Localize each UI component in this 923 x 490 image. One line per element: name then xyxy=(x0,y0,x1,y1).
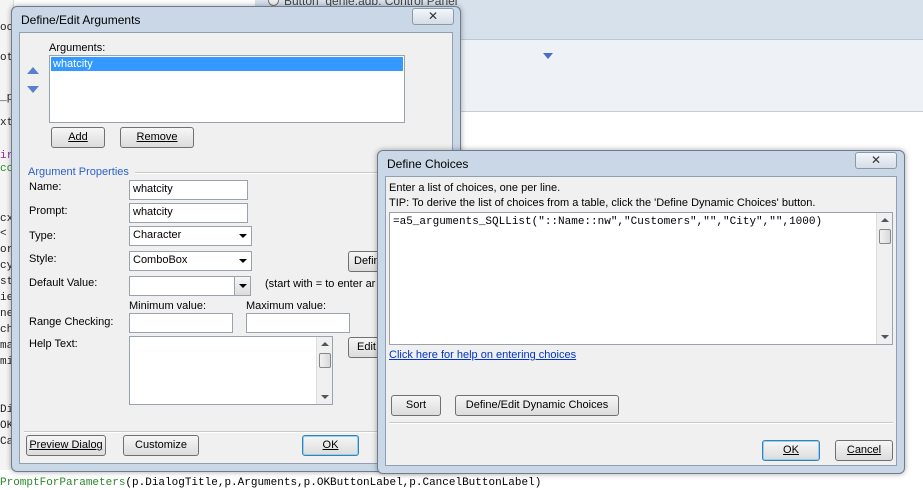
minimum-value-input[interactable] xyxy=(129,313,233,333)
tip-text: TIP: To derive the list of choices from … xyxy=(389,197,816,209)
default-value-label: Default Value: xyxy=(29,277,98,289)
combo-dropdown-button[interactable] xyxy=(234,277,250,295)
help-text-area[interactable] xyxy=(129,336,333,405)
preview-dialog-button[interactable]: Preview Dialog xyxy=(26,435,106,456)
chevron-down-icon xyxy=(239,284,247,288)
prompt-input[interactable]: whatcity xyxy=(129,203,248,223)
dialog-title: Define Choices xyxy=(387,157,469,171)
ok-button-label: OK xyxy=(322,439,339,451)
type-label: Type: xyxy=(29,230,56,242)
minimum-value-label: Minimum value: xyxy=(129,300,207,312)
preview-dialog-label: Preview Dialog xyxy=(29,439,103,451)
type-select[interactable]: Character xyxy=(129,226,252,246)
style-select-value: ComboBox xyxy=(133,254,188,266)
code-keyword: PromptForParameters xyxy=(0,477,126,489)
close-icon[interactable]: ✕ xyxy=(855,152,897,169)
cancel-button[interactable]: Cancel xyxy=(835,440,893,461)
scroll-up-icon[interactable] xyxy=(881,218,889,222)
arguments-label: Arguments: xyxy=(49,42,106,54)
ok-button[interactable]: OK xyxy=(762,440,820,461)
choices-help-link[interactable]: Click here for help on entering choices xyxy=(389,349,576,361)
scroll-thumb[interactable] xyxy=(319,353,331,368)
range-checking-label: Range Checking: xyxy=(29,316,114,328)
background-code-line: PromptForParameters(p.DialogTitle,p.Argu… xyxy=(0,477,923,490)
cancel-button-label: Cancel xyxy=(846,444,882,456)
prompt-label: Prompt: xyxy=(29,205,68,217)
arguments-list[interactable]: whatcity xyxy=(49,55,405,123)
customize-button[interactable]: Customize xyxy=(123,435,199,456)
chevron-down-icon xyxy=(239,234,247,238)
sort-button[interactable]: Sort xyxy=(391,395,441,416)
help-text-scrollbar[interactable] xyxy=(316,337,332,404)
maximum-value-input[interactable] xyxy=(246,313,350,333)
define-dynamic-choices-button[interactable]: Define/Edit Dynamic Choices xyxy=(455,395,619,416)
type-select-value: Character xyxy=(133,229,182,241)
scroll-up-icon[interactable] xyxy=(321,342,329,346)
code-arguments: (p.DialogTitle,p.Arguments,p.OKButtonLab… xyxy=(125,477,542,489)
chevron-down-icon[interactable] xyxy=(543,53,553,59)
define-choices-dialog: Define Choices ✕ Enter a list of choices… xyxy=(377,150,905,474)
close-icon[interactable]: ✕ xyxy=(412,8,454,25)
style-label: Style: xyxy=(29,253,57,265)
ok-button[interactable]: OK xyxy=(302,435,359,456)
footer-divider xyxy=(389,422,893,424)
dialog-body: Enter a list of choices, one per line. T… xyxy=(385,176,897,466)
remove-button[interactable]: Remove xyxy=(120,127,194,148)
default-value-combo[interactable] xyxy=(129,276,251,296)
maximum-value-label: Maximum value: xyxy=(246,300,327,312)
remove-button-label: Remove xyxy=(136,131,178,143)
move-down-icon[interactable] xyxy=(27,86,39,94)
instruction-text: Enter a list of choices, one per line. xyxy=(389,182,561,194)
move-up-icon[interactable] xyxy=(27,67,39,75)
name-label: Name: xyxy=(29,181,62,193)
scroll-down-icon[interactable] xyxy=(881,335,889,339)
argument-properties-heading: Argument Properties xyxy=(28,166,129,178)
ok-button-label: OK xyxy=(783,444,799,456)
dialog-title: Define/Edit Arguments xyxy=(21,13,141,27)
scroll-thumb[interactable] xyxy=(879,229,891,244)
scroll-down-icon[interactable] xyxy=(321,395,329,399)
choices-text: =a5_arguments_SQLList("::Name::nw","Cust… xyxy=(393,216,823,228)
default-value-hint: (start with = to enter ar xyxy=(265,278,376,290)
choices-scrollbar[interactable] xyxy=(876,213,892,344)
chevron-down-icon xyxy=(239,259,247,263)
name-input[interactable]: whatcity xyxy=(129,180,248,200)
add-button[interactable]: Add xyxy=(51,127,105,148)
add-button-label: Add xyxy=(68,131,88,143)
list-item[interactable]: whatcity xyxy=(51,57,403,71)
help-text-label: Help Text: xyxy=(29,338,78,350)
choices-textarea[interactable]: =a5_arguments_SQLList("::Name::nw","Cust… xyxy=(389,212,893,345)
style-select[interactable]: ComboBox xyxy=(129,251,252,271)
